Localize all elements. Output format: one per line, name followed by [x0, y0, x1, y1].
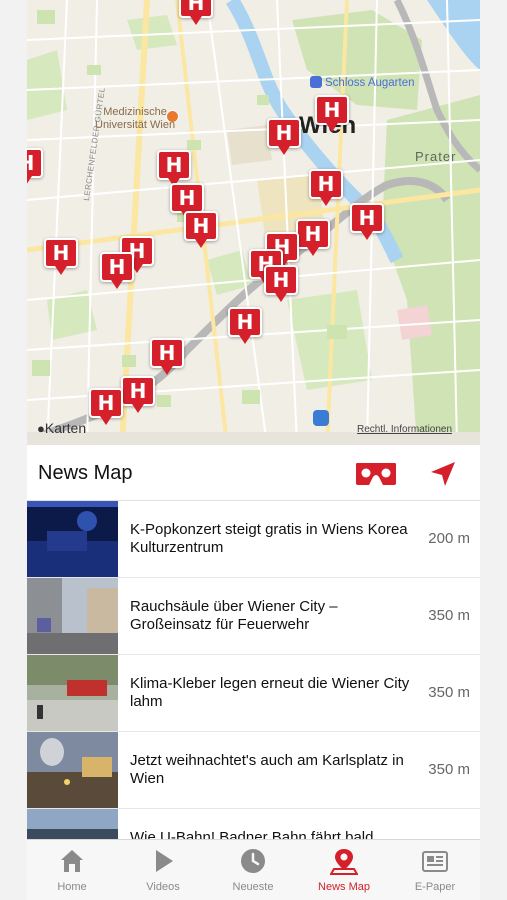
news-pin[interactable]: H — [350, 203, 384, 241]
page-title: News Map — [38, 462, 133, 484]
tab-bar: Home Videos Neueste News Map E-Paper — [27, 839, 480, 900]
news-pin[interactable]: H — [264, 265, 298, 303]
news-thumbnail — [27, 732, 118, 808]
right-margin — [480, 0, 507, 900]
tab-neueste[interactable]: Neueste — [208, 840, 298, 900]
vr-goggles-icon[interactable] — [355, 461, 397, 487]
news-pin[interactable]: H — [267, 118, 301, 156]
legal-info-link[interactable]: Rechtl. Informationen — [357, 424, 452, 435]
left-margin — [0, 0, 27, 900]
list-item[interactable]: Jetzt weihnachtet's auch am Karlsplatz i… — [27, 732, 480, 809]
tab-label: News Map — [318, 881, 370, 893]
news-list: K-Popkonzert steigt gratis in Wiens Kore… — [27, 501, 480, 839]
news-headline: Rauchsäule über Wiener City – Großeinsat… — [130, 598, 338, 633]
news-pin[interactable]: H — [89, 388, 123, 426]
news-pin[interactable]: H — [179, 0, 213, 26]
location-arrow-icon[interactable] — [428, 459, 458, 489]
map-label-prater: Prater — [415, 149, 457, 164]
news-thumbnail — [27, 578, 118, 654]
news-pin[interactable]: H — [44, 238, 78, 276]
news-pin[interactable]: H — [121, 376, 155, 414]
map-pin-icon — [330, 849, 358, 875]
news-headline: Jetzt weihnachtet's auch am Karlsplatz i… — [130, 752, 404, 787]
app-screen: Medizinische Universität Wien Schloss Au… — [27, 0, 480, 900]
news-pin[interactable]: H — [315, 95, 349, 133]
news-thumbnail — [27, 809, 118, 839]
news-distance: 350 m — [428, 761, 470, 778]
news-pin[interactable]: H — [184, 211, 218, 249]
tab-label: Videos — [146, 881, 180, 893]
home-icon — [61, 850, 83, 872]
play-icon — [156, 850, 173, 872]
map-background — [27, 0, 480, 445]
news-pin[interactable]: H — [309, 169, 343, 207]
tab-label: Home — [57, 881, 87, 893]
news-thumbnail — [27, 501, 118, 577]
tab-e-paper[interactable]: E-Paper — [390, 840, 480, 900]
news-distance: 350 m — [428, 684, 470, 701]
list-item[interactable]: K-Popkonzert steigt gratis in Wiens Kore… — [27, 501, 480, 578]
clock-icon — [241, 849, 265, 873]
news-pin[interactable]: H — [100, 252, 134, 290]
news-headline: Wie U-Bahn! Badner Bahn fährt bald — [130, 829, 374, 839]
landmark-poi-icon — [310, 76, 322, 88]
news-thumbnail — [27, 655, 118, 731]
news-map-header: News Map — [27, 445, 480, 501]
list-item[interactable]: Rauchsäule über Wiener City – Großeinsat… — [27, 578, 480, 655]
apple-logo-icon: ● — [37, 421, 45, 436]
tab-news-map[interactable]: News Map — [299, 840, 389, 900]
news-distance: 350 m — [428, 607, 470, 624]
news-pin[interactable]: H — [27, 148, 43, 186]
news-pin[interactable]: H — [150, 338, 184, 376]
list-item[interactable]: Klima-Kleber legen erneut die Wiener Cit… — [27, 655, 480, 732]
transit-station-icon — [313, 410, 329, 426]
news-distance: 200 m — [428, 530, 470, 547]
newspaper-icon — [422, 851, 448, 872]
map-label-medizinische: Medizinische Universität Wien — [95, 106, 176, 131]
news-headline: K-Popkonzert steigt gratis in Wiens Kore… — [130, 521, 408, 556]
news-map[interactable]: Medizinische Universität Wien Schloss Au… — [27, 0, 480, 445]
news-pin[interactable]: H — [228, 307, 262, 345]
tab-label: Neueste — [232, 881, 274, 893]
tab-home[interactable]: Home — [27, 840, 117, 900]
list-item[interactable]: Wie U-Bahn! Badner Bahn fährt bald — [27, 809, 480, 839]
tab-label: E-Paper — [414, 881, 456, 893]
news-headline: Klima-Kleber legen erneut die Wiener Cit… — [130, 675, 410, 710]
news-pin[interactable]: H — [296, 219, 330, 257]
map-label-augarten: Schloss Augarten — [325, 77, 415, 89]
tab-videos[interactable]: Videos — [118, 840, 208, 900]
maps-attribution: ●Karten — [37, 420, 87, 436]
